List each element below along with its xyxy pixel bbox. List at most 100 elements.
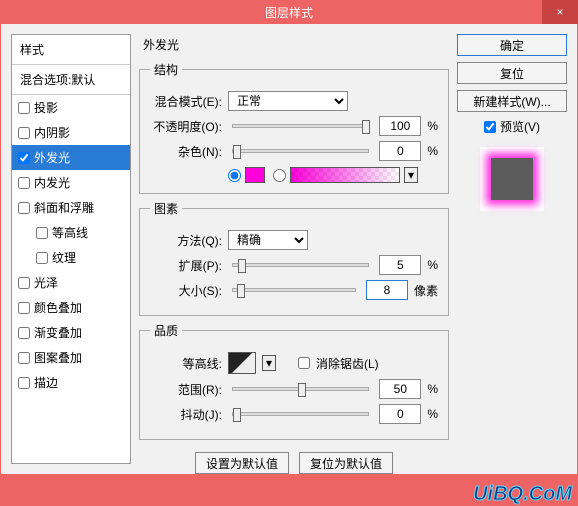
elements-group: 图素 方法(Q): 精确 扩展(P): % 大小(S): 像素 [139, 200, 449, 316]
style-item-label: 渐变叠加 [34, 324, 82, 341]
style-checkbox[interactable] [18, 177, 30, 189]
preview-thumbnail [491, 158, 533, 200]
preview-checkbox[interactable] [484, 121, 496, 133]
solid-color-radio[interactable] [228, 169, 241, 182]
spread-slider[interactable] [232, 263, 369, 267]
size-input[interactable] [366, 280, 408, 300]
style-checkbox[interactable] [18, 152, 30, 164]
preview-label: 预览(V) [500, 118, 540, 135]
style-checkbox[interactable] [18, 352, 30, 364]
settings-panel: 外发光 结构 混合模式(E): 正常 不透明度(O): % 杂色(N): % [139, 34, 449, 464]
style-item-8[interactable]: 颜色叠加 [12, 295, 130, 320]
color-swatch[interactable] [245, 167, 265, 183]
blending-options-row[interactable]: 混合选项:默认 [12, 65, 130, 95]
style-item-10[interactable]: 图案叠加 [12, 345, 130, 370]
ok-button[interactable]: 确定 [457, 34, 567, 56]
jitter-input[interactable] [379, 404, 421, 424]
panel-title: 外发光 [139, 34, 449, 55]
style-checkbox[interactable] [18, 302, 30, 314]
style-checkbox[interactable] [18, 277, 30, 289]
range-unit: % [427, 382, 438, 396]
opacity-slider[interactable] [232, 124, 369, 128]
gradient-swatch[interactable] [290, 167, 400, 183]
reset-default-button[interactable]: 复位为默认值 [299, 452, 393, 474]
style-item-6[interactable]: 纹理 [12, 245, 130, 270]
quality-legend: 品质 [150, 322, 182, 339]
style-item-label: 外发光 [34, 149, 70, 166]
opacity-input[interactable] [379, 116, 421, 136]
noise-input[interactable] [379, 141, 421, 161]
preview-box [480, 147, 544, 211]
style-checkbox[interactable] [18, 327, 30, 339]
blend-mode-select[interactable]: 正常 [228, 91, 348, 111]
contour-dropdown[interactable]: ▾ [262, 355, 276, 371]
style-item-label: 描边 [34, 374, 58, 391]
style-item-1[interactable]: 内阴影 [12, 120, 130, 145]
styles-header: 样式 [12, 35, 130, 65]
style-item-3[interactable]: 内发光 [12, 170, 130, 195]
style-checkbox[interactable] [36, 252, 48, 264]
style-item-label: 斜面和浮雕 [34, 199, 94, 216]
antialias-checkbox[interactable] [298, 357, 310, 369]
dialog-body: 样式 混合选项:默认 投影内阴影外发光内发光斜面和浮雕等高线纹理光泽颜色叠加渐变… [1, 24, 577, 474]
watermark: UiBQ.CoM [473, 483, 572, 506]
style-item-label: 光泽 [34, 274, 58, 291]
noise-label: 杂色(N): [150, 143, 222, 160]
style-item-0[interactable]: 投影 [12, 95, 130, 120]
noise-unit: % [427, 144, 438, 158]
style-item-label: 内阴影 [34, 124, 70, 141]
close-button[interactable]: × [542, 0, 578, 24]
style-item-5[interactable]: 等高线 [12, 220, 130, 245]
size-slider[interactable] [232, 288, 356, 292]
style-item-label: 等高线 [52, 224, 88, 241]
style-item-7[interactable]: 光泽 [12, 270, 130, 295]
style-checkbox[interactable] [18, 202, 30, 214]
technique-label: 方法(Q): [150, 232, 222, 249]
structure-group: 结构 混合模式(E): 正常 不透明度(O): % 杂色(N): % [139, 61, 449, 194]
close-icon: × [556, 5, 563, 19]
quality-group: 品质 等高线: ▾ 消除锯齿(L) 范围(R): % 抖动(J): % [139, 322, 449, 440]
blend-mode-label: 混合模式(E): [150, 93, 222, 110]
style-item-11[interactable]: 描边 [12, 370, 130, 395]
style-checkbox[interactable] [36, 227, 48, 239]
contour-picker[interactable] [228, 352, 256, 374]
window-title: 图层样式 [265, 4, 313, 21]
chevron-down-icon: ▾ [408, 168, 414, 182]
size-label: 大小(S): [150, 282, 222, 299]
range-input[interactable] [379, 379, 421, 399]
style-item-9[interactable]: 渐变叠加 [12, 320, 130, 345]
cancel-button[interactable]: 复位 [457, 62, 567, 84]
spread-input[interactable] [379, 255, 421, 275]
structure-legend: 结构 [150, 61, 182, 78]
gradient-dropdown[interactable]: ▾ [404, 167, 418, 183]
style-item-label: 图案叠加 [34, 349, 82, 366]
antialias-label: 消除锯齿(L) [316, 355, 379, 372]
range-label: 范围(R): [150, 381, 222, 398]
action-panel: 确定 复位 新建样式(W)... 预览(V) [457, 34, 567, 464]
spread-unit: % [427, 258, 438, 272]
style-item-2[interactable]: 外发光 [12, 145, 130, 170]
set-default-button[interactable]: 设置为默认值 [195, 452, 289, 474]
style-item-label: 纹理 [52, 249, 76, 266]
new-style-button[interactable]: 新建样式(W)... [457, 90, 567, 112]
gradient-radio[interactable] [273, 169, 286, 182]
style-item-label: 颜色叠加 [34, 299, 82, 316]
size-unit: 像素 [414, 282, 438, 299]
technique-select[interactable]: 精确 [228, 230, 308, 250]
noise-slider[interactable] [232, 149, 369, 153]
chevron-down-icon: ▾ [266, 356, 272, 370]
style-item-label: 投影 [34, 99, 58, 116]
style-item-4[interactable]: 斜面和浮雕 [12, 195, 130, 220]
elements-legend: 图素 [150, 200, 182, 217]
spread-label: 扩展(P): [150, 257, 222, 274]
range-slider[interactable] [232, 387, 369, 391]
jitter-label: 抖动(J): [150, 406, 222, 423]
contour-label: 等高线: [150, 355, 222, 372]
opacity-unit: % [427, 119, 438, 133]
style-checkbox[interactable] [18, 377, 30, 389]
jitter-unit: % [427, 407, 438, 421]
style-checkbox[interactable] [18, 127, 30, 139]
jitter-slider[interactable] [232, 412, 369, 416]
style-checkbox[interactable] [18, 102, 30, 114]
titlebar: 图层样式 × [0, 0, 578, 24]
